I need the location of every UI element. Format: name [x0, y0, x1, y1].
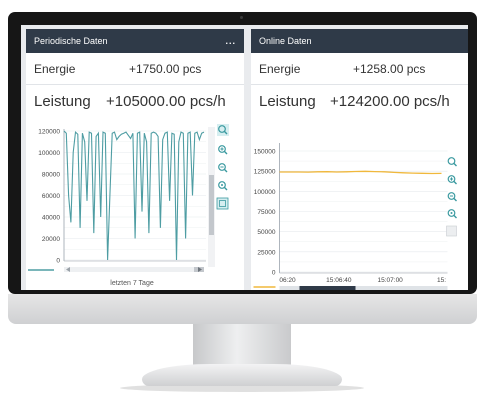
chart-grid	[279, 150, 448, 273]
zoom-in-icon[interactable]	[447, 157, 457, 167]
y-tick-label: 60000	[42, 193, 60, 200]
panel-header: Periodische Daten ...	[26, 29, 244, 53]
y-tick-label: 120000	[38, 129, 60, 136]
y-tick-label: 75000	[257, 209, 275, 216]
zoom-in-icon[interactable]	[447, 175, 457, 185]
power-value: +105000.00 pcs/h	[106, 93, 226, 110]
periodic-trend-chart: 0 20000 40000 60000 80000 100000 120000 letzte…	[28, 124, 229, 287]
monitor-chin	[8, 294, 477, 324]
y-axis-ticks: 0 20000 40000 60000 80000 100000 120000	[38, 129, 60, 265]
horizontal-scroll-thumb[interactable]	[299, 286, 356, 290]
zoom-out-icon[interactable]	[218, 163, 228, 173]
y-tick-label: 150000	[254, 149, 276, 156]
vertical-scroll-thumb[interactable]	[209, 175, 214, 235]
zoom-reset-icon[interactable]	[447, 209, 457, 219]
zoom-in-icon[interactable]	[217, 124, 229, 136]
energy-label: Energie	[34, 62, 76, 76]
x-tick-label: 06:20	[279, 277, 296, 284]
panel-header: Online Daten	[251, 29, 468, 53]
x-tick-label: 15:07:00	[378, 277, 404, 284]
energy-row: Energie +1750.00 pcs	[26, 53, 244, 85]
y-tick-label: 100000	[38, 150, 60, 157]
pan-icon[interactable]	[216, 197, 229, 210]
periodic-data-panel: Periodische Daten ... Energie +1750.00 p…	[26, 29, 244, 290]
online-trend-chart: 0 25000 50000 75000 100000 125000 150000 06:20…	[253, 143, 457, 290]
panel-title: Online Daten	[259, 36, 312, 46]
horizontal-scrollbar[interactable]	[64, 267, 204, 272]
y-tick-label: 50000	[257, 229, 275, 236]
y-tick-label: 20000	[42, 236, 60, 243]
y-tick-label: 0	[272, 270, 276, 277]
energy-value: +1258.00 pcs	[353, 62, 426, 76]
zoom-in-icon[interactable]	[218, 145, 228, 155]
x-tick-label: 15:06:40	[326, 277, 352, 284]
power-value: +124200.00 pcs/h	[330, 93, 450, 110]
x-tick-label: 15:	[437, 277, 446, 284]
screen: Periodische Daten ... Energie +1750.00 p…	[21, 25, 468, 290]
energy-label: Energie	[259, 62, 301, 76]
y-tick-label: 40000	[42, 215, 60, 222]
monitor-bezel: Periodische Daten ... Energie +1750.00 p…	[8, 12, 477, 294]
y-tick-label: 100000	[254, 189, 276, 196]
zoom-out-icon[interactable]	[447, 192, 457, 202]
power-row: Leistung +105000.00 pcs/h	[26, 85, 244, 115]
x-axis-ticks: 06:20 15:06:40 15:07:00 15:	[279, 277, 446, 284]
energy-row: Energie +1258.00 pcs	[251, 53, 468, 85]
monitor-stand-base	[142, 364, 342, 386]
y-tick-label: 80000	[42, 172, 60, 179]
monitor-stand-neck	[193, 324, 291, 366]
y-axis-ticks: 0 25000 50000 75000 100000 125000 150000	[254, 149, 276, 277]
energy-value: +1750.00 pcs	[129, 62, 202, 76]
pan-icon[interactable]	[446, 225, 457, 237]
y-tick-label: 125000	[254, 169, 276, 176]
camera-dot	[240, 16, 243, 19]
power-label: Leistung	[259, 93, 316, 110]
power-label: Leistung	[34, 93, 91, 110]
power-row: Leistung +124200.00 pcs/h	[251, 85, 468, 115]
online-data-panel: Online Daten Energie +1258.00 pcs Leistu…	[251, 29, 468, 290]
more-options-button[interactable]: ...	[225, 29, 236, 53]
series-line	[279, 170, 442, 175]
panel-title: Periodische Daten	[34, 36, 108, 46]
y-tick-label: 0	[56, 258, 60, 265]
zoom-reset-icon[interactable]	[218, 181, 228, 191]
time-range-label: letzten 7 Tage	[110, 280, 154, 287]
y-tick-label: 25000	[257, 249, 275, 256]
